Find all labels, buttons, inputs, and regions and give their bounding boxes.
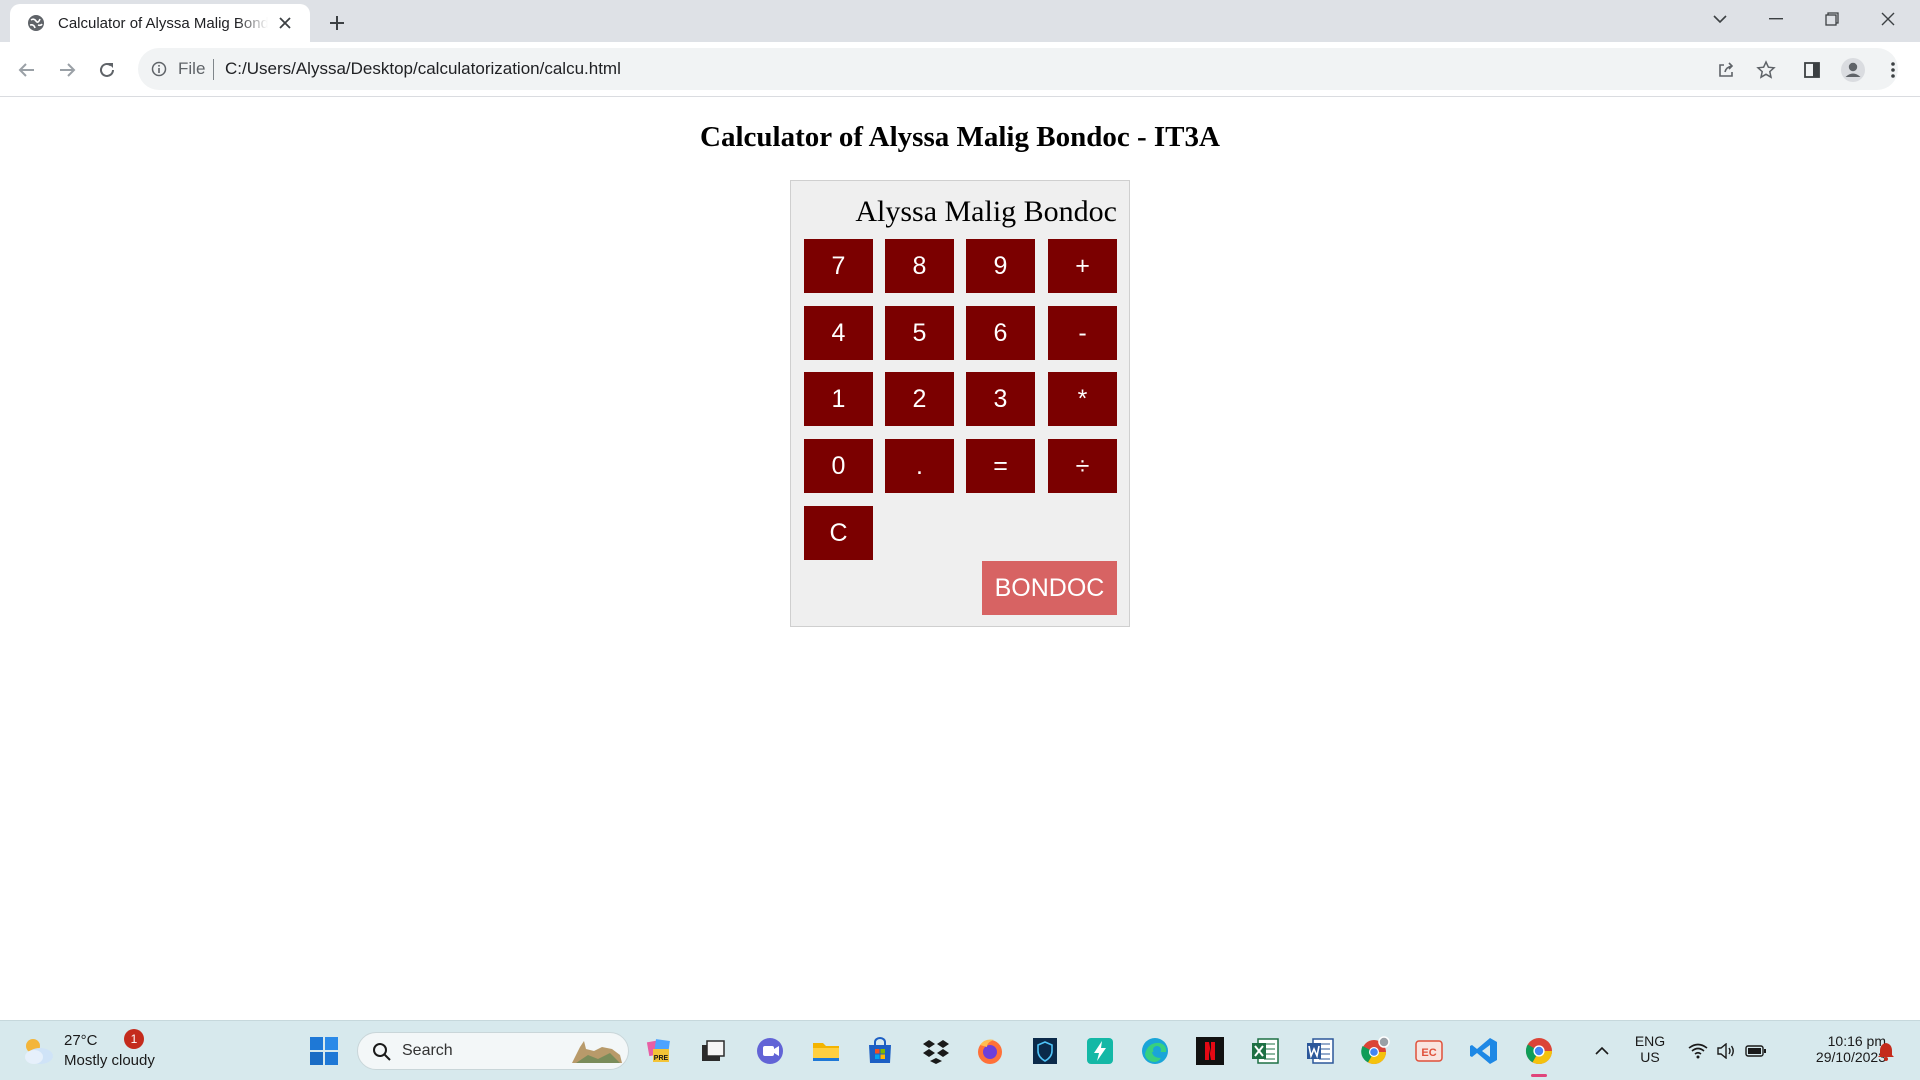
notification-bell-icon[interactable] (1868, 1033, 1904, 1069)
weather-cloud-icon (25, 1039, 53, 1064)
bolt-app-icon[interactable] (1082, 1033, 1118, 1069)
browser-tab[interactable]: Calculator of Alyssa Malig Bondoc (10, 4, 310, 42)
key-4[interactable]: 4 (804, 306, 873, 360)
key-divide[interactable]: ÷ (1048, 439, 1117, 493)
globe-icon (28, 15, 44, 31)
vscode-icon[interactable] (1466, 1033, 1502, 1069)
key-5[interactable]: 5 (885, 306, 954, 360)
url-divider (213, 59, 214, 80)
file-explorer-icon[interactable] (808, 1033, 844, 1069)
search-icon (373, 1043, 391, 1061)
weather-temperature: 27°C (64, 1032, 98, 1049)
key-6[interactable]: 6 (966, 306, 1035, 360)
excel-icon[interactable] (1247, 1033, 1283, 1069)
side-panel-icon[interactable] (1795, 53, 1829, 87)
premiere-app-icon[interactable]: PRE (642, 1033, 678, 1069)
notification-badge: 1 (124, 1029, 144, 1049)
language-code: ENG (1634, 1033, 1666, 1049)
weather-condition: Mostly cloudy (64, 1052, 155, 1069)
windows-start-icon[interactable] (306, 1033, 342, 1069)
search-label: Search (402, 1042, 453, 1059)
url-scheme: File (178, 59, 206, 78)
close-window-icon[interactable] (1860, 0, 1916, 38)
restore-icon[interactable] (1804, 0, 1860, 38)
key-equals[interactable]: = (966, 439, 1035, 493)
key-1[interactable]: 1 (804, 372, 873, 426)
key-8[interactable]: 8 (885, 239, 954, 293)
microsoft-store-icon[interactable] (862, 1033, 898, 1069)
profile-avatar-icon[interactable] (1836, 53, 1870, 87)
search-highlight-icon (572, 1041, 622, 1063)
address-bar[interactable]: File C:/Users/Alyssa/Desktop/calculatori… (138, 48, 1898, 90)
edge-browser-icon[interactable] (1137, 1033, 1173, 1069)
info-icon[interactable] (148, 58, 170, 80)
key-9[interactable]: 9 (966, 239, 1035, 293)
browser-toolbar: File C:/Users/Alyssa/Desktop/calculatori… (0, 42, 1920, 97)
taskbar: 27°C Mostly cloudy 1 Search PRE EC ENG U… (0, 1020, 1920, 1080)
bondoc-button[interactable]: BONDOC (982, 561, 1117, 615)
tab-search-chevron-icon[interactable] (1692, 0, 1748, 38)
key-plus[interactable]: + (1048, 239, 1117, 293)
chrome-icon[interactable] (1521, 1033, 1557, 1069)
calculator: Alyssa Malig Bondoc 7 8 9 + 4 5 6 - 1 2 … (790, 180, 1130, 627)
share-icon[interactable] (1714, 58, 1738, 82)
battery-icon[interactable] (1738, 1033, 1774, 1069)
taskbar-search[interactable]: Search (357, 1032, 629, 1070)
key-clear[interactable]: C (804, 506, 873, 560)
back-arrow-icon[interactable] (10, 53, 44, 87)
svg-text:PRE: PRE (654, 1055, 669, 1062)
new-tab-icon[interactable] (322, 8, 352, 38)
calculator-display[interactable]: Alyssa Malig Bondoc (803, 193, 1117, 231)
weather-widget[interactable]: 27°C Mostly cloudy 1 (18, 1029, 168, 1073)
minimize-icon[interactable] (1748, 0, 1804, 38)
key-minus[interactable]: - (1048, 306, 1117, 360)
chevron-up-icon[interactable] (1584, 1033, 1620, 1069)
tab-close-icon[interactable] (274, 12, 296, 34)
region-code: US (1640, 1049, 1660, 1065)
active-app-indicator (1531, 1074, 1547, 1077)
url-text[interactable]: C:/Users/Alyssa/Desktop/calculatorizatio… (225, 59, 621, 79)
svg-text:EC: EC (1421, 1047, 1436, 1059)
key-0[interactable]: 0 (804, 439, 873, 493)
task-view-icon[interactable] (695, 1033, 731, 1069)
key-decimal[interactable]: . (885, 439, 954, 493)
key-2[interactable]: 2 (885, 372, 954, 426)
page-title: Calculator of Alyssa Malig Bondoc - IT3A (700, 121, 1220, 153)
chrome-profile-icon[interactable] (1357, 1033, 1393, 1069)
dropbox-icon[interactable] (918, 1033, 954, 1069)
forward-arrow-icon[interactable] (50, 53, 84, 87)
key-3[interactable]: 3 (966, 372, 1035, 426)
vpn-shield-icon[interactable] (1027, 1033, 1063, 1069)
netflix-icon[interactable] (1192, 1033, 1228, 1069)
teams-chat-icon[interactable] (752, 1033, 788, 1069)
firefox-icon[interactable] (972, 1033, 1008, 1069)
key-7[interactable]: 7 (804, 239, 873, 293)
bookmark-star-icon[interactable] (1754, 58, 1778, 82)
reload-icon[interactable] (90, 53, 124, 87)
more-menu-icon[interactable] (1876, 53, 1910, 87)
language-indicator[interactable]: ENG US (1628, 1033, 1672, 1065)
key-multiply[interactable]: * (1048, 372, 1117, 426)
acrobat-icon[interactable]: EC (1411, 1033, 1447, 1069)
tab-title: Calculator of Alyssa Malig Bondoc (58, 14, 268, 32)
tab-strip: Calculator of Alyssa Malig Bondoc (0, 0, 1920, 42)
word-icon[interactable] (1302, 1033, 1338, 1069)
